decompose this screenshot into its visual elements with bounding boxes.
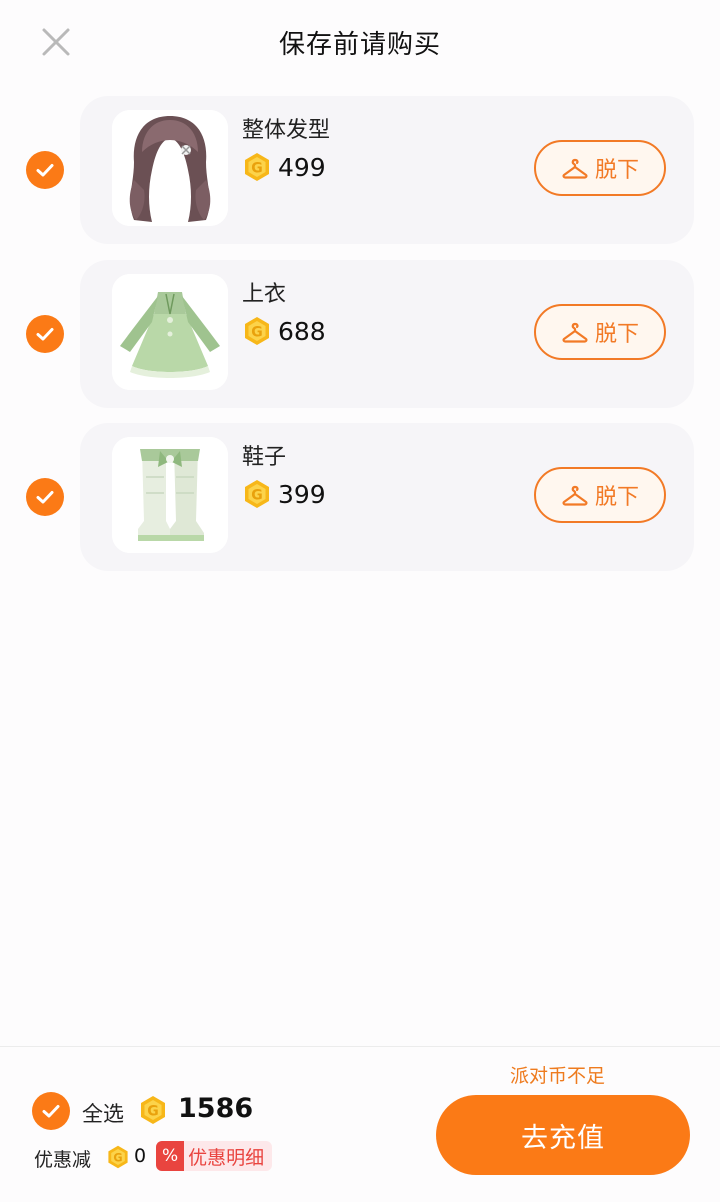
item-price: G 499 bbox=[242, 152, 326, 182]
item-name: 整体发型 bbox=[242, 118, 331, 143]
hanger-icon bbox=[562, 485, 588, 506]
price-value: 688 bbox=[278, 316, 326, 346]
item-card: 鞋子 G 399 脱下 bbox=[80, 423, 694, 571]
item-price: G 399 bbox=[242, 479, 326, 509]
select-all-label[interactable]: 全选 bbox=[82, 1098, 124, 1128]
select-all-checkbox[interactable] bbox=[32, 1092, 70, 1130]
coin-icon: G bbox=[138, 1095, 168, 1125]
recharge-button[interactable]: 去充值 bbox=[436, 1095, 690, 1175]
svg-text:G: G bbox=[251, 488, 263, 504]
coin-icon: G bbox=[242, 479, 272, 509]
item-thumbnail bbox=[112, 437, 228, 553]
header: 保存前请购买 bbox=[0, 0, 720, 84]
hanger-icon bbox=[562, 158, 588, 179]
remove-button[interactable]: 脱下 bbox=[534, 467, 666, 523]
check-icon bbox=[36, 328, 54, 341]
dress-image bbox=[112, 274, 228, 390]
remove-label: 脱下 bbox=[594, 322, 639, 347]
item-card: 整体发型 G 499 脱下 bbox=[80, 96, 694, 244]
hanger-icon bbox=[562, 322, 588, 343]
list-item: 上衣 G 688 脱下 bbox=[0, 260, 720, 408]
check-icon bbox=[36, 491, 54, 504]
item-thumbnail bbox=[112, 110, 228, 226]
boots-image bbox=[112, 437, 228, 553]
item-checkbox[interactable] bbox=[26, 478, 64, 516]
check-icon bbox=[36, 164, 54, 177]
discount-detail-link[interactable]: % 优惠明细 bbox=[156, 1141, 273, 1171]
item-name: 鞋子 bbox=[242, 445, 287, 470]
remove-button[interactable]: 脱下 bbox=[534, 140, 666, 196]
svg-text:G: G bbox=[113, 1151, 122, 1164]
item-card: 上衣 G 688 脱下 bbox=[80, 260, 694, 408]
remove-label: 脱下 bbox=[594, 158, 639, 183]
remove-button[interactable]: 脱下 bbox=[534, 304, 666, 360]
item-thumbnail bbox=[112, 274, 228, 390]
svg-text:G: G bbox=[251, 325, 263, 341]
item-checkbox[interactable] bbox=[26, 151, 64, 189]
check-icon bbox=[42, 1105, 60, 1118]
hair-image bbox=[112, 110, 228, 226]
item-price: G 688 bbox=[242, 316, 326, 346]
remove-label: 脱下 bbox=[594, 485, 639, 510]
discount-value: 0 bbox=[134, 1145, 147, 1167]
total-price: 1586 bbox=[178, 1093, 254, 1124]
item-name: 上衣 bbox=[242, 282, 287, 307]
item-checkbox[interactable] bbox=[26, 315, 64, 353]
coin-icon: G bbox=[242, 152, 272, 182]
discount-detail-label: 优惠明细 bbox=[188, 1146, 265, 1169]
coin-icon: G bbox=[106, 1145, 130, 1169]
price-value: 499 bbox=[278, 152, 326, 182]
svg-text:G: G bbox=[147, 1104, 159, 1120]
checkout-bar: 派对币不足 全选 G 1586 优惠减 G 0 % 优惠明细 去充值 bbox=[0, 1046, 720, 1202]
insufficient-balance-text: 派对币不足 bbox=[510, 1065, 606, 1087]
svg-text:G: G bbox=[251, 161, 263, 177]
discount-label: 优惠减 bbox=[34, 1149, 92, 1171]
list-item: 整体发型 G 499 脱下 bbox=[0, 96, 720, 244]
coin-icon: G bbox=[242, 316, 272, 346]
list-item: 鞋子 G 399 脱下 bbox=[0, 423, 720, 571]
page-title: 保存前请购买 bbox=[278, 30, 441, 60]
percent-badge-icon: % bbox=[156, 1141, 185, 1171]
price-value: 399 bbox=[278, 479, 326, 509]
